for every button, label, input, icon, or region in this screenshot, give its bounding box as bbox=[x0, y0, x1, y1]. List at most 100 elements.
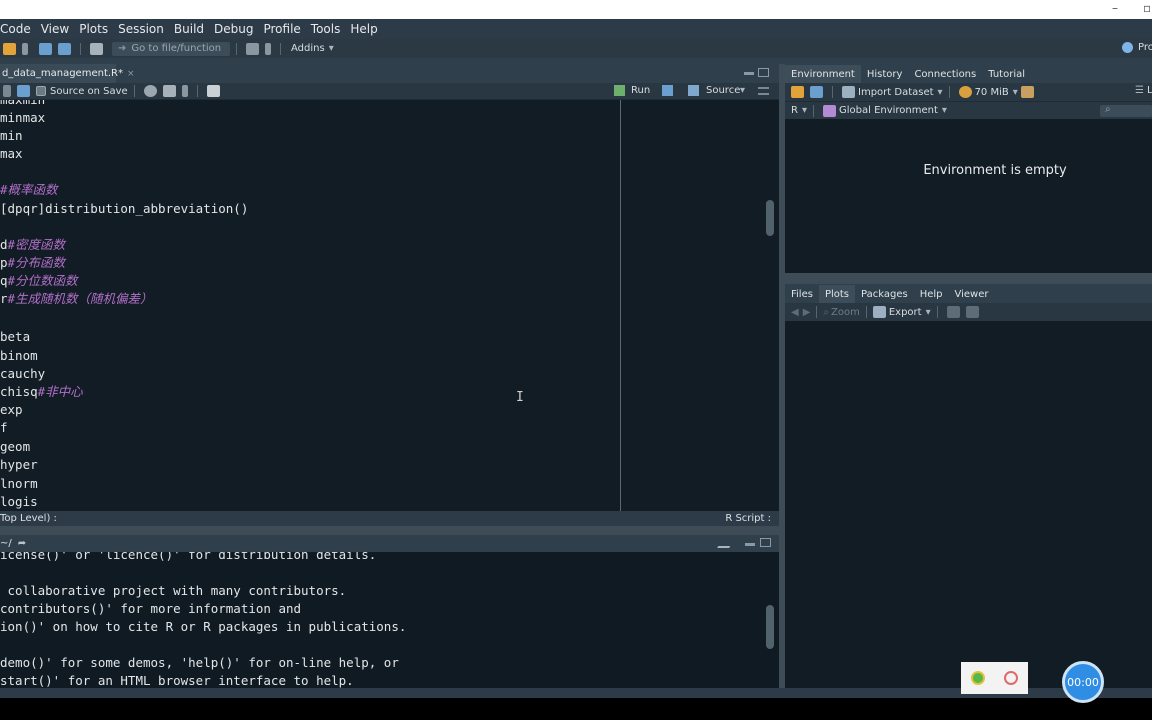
record-icon[interactable] bbox=[1004, 671, 1019, 685]
code-editor[interactable]: maxmin minmax min max #概率函数 [dpqr]distri… bbox=[0, 100, 779, 511]
arrow-right-icon[interactable]: ▶ bbox=[803, 307, 811, 318]
run-icon[interactable] bbox=[614, 85, 625, 96]
code-line: max bbox=[0, 146, 23, 161]
editor-scrollbar[interactable] bbox=[766, 200, 774, 236]
arrow-left-icon[interactable]: ◀ bbox=[791, 307, 799, 318]
goto-file-input[interactable]: ➜ Go to file/function bbox=[112, 41, 230, 56]
menu-session[interactable]: Session bbox=[118, 22, 164, 36]
export-button[interactable]: Export bbox=[889, 307, 922, 318]
tab-help[interactable]: Help bbox=[914, 285, 949, 303]
tab-history[interactable]: History bbox=[861, 65, 909, 83]
file-type-indicator[interactable]: R Script : bbox=[725, 513, 771, 524]
tab-files[interactable]: Files bbox=[785, 285, 819, 303]
project-button[interactable]: Pro bbox=[1138, 42, 1152, 53]
import-dataset-button[interactable]: Import Dataset bbox=[858, 87, 934, 98]
document-outline-icon[interactable] bbox=[206, 85, 220, 97]
code-line: minmax bbox=[0, 110, 46, 125]
addins-button[interactable]: Addins bbox=[291, 43, 325, 54]
minimize-pane-icon[interactable] bbox=[745, 543, 755, 546]
table-icon[interactable] bbox=[842, 86, 855, 98]
tab-environment[interactable]: Environment bbox=[785, 65, 861, 83]
menu-build[interactable]: Build bbox=[174, 22, 204, 36]
zoom-button[interactable]: Zoom bbox=[831, 307, 860, 318]
environment-search-input[interactable]: ⌕ bbox=[1100, 104, 1152, 117]
menu-tools[interactable]: Tools bbox=[311, 22, 341, 36]
global-environment-selector[interactable]: Global Environment bbox=[839, 105, 938, 116]
minimize-pane-icon[interactable] bbox=[744, 72, 754, 75]
broom-icon[interactable] bbox=[965, 306, 979, 318]
tab-connections[interactable]: Connections bbox=[908, 65, 982, 83]
chevron-down-icon[interactable]: ▾ bbox=[926, 307, 931, 318]
tab-viewer[interactable]: Viewer bbox=[949, 285, 995, 303]
tab-plots[interactable]: Plots bbox=[818, 285, 856, 303]
source-icon[interactable] bbox=[688, 85, 699, 96]
console-scrollbar[interactable] bbox=[766, 605, 774, 649]
grid-layout-icon[interactable] bbox=[246, 42, 259, 55]
chevron-down-icon[interactable] bbox=[22, 42, 28, 55]
save-icon[interactable] bbox=[39, 42, 52, 55]
search-icon[interactable] bbox=[143, 85, 157, 97]
tab-packages[interactable]: Packages bbox=[855, 285, 914, 303]
magic-wand-icon[interactable] bbox=[162, 85, 176, 97]
memory-usage[interactable]: 70 MiB bbox=[975, 87, 1009, 98]
source-on-save-label[interactable]: Source on Save bbox=[50, 86, 128, 97]
pane-splitter[interactable] bbox=[0, 526, 779, 535]
list-view-label[interactable]: L bbox=[1147, 85, 1152, 96]
pane-splitter[interactable] bbox=[785, 273, 1152, 284]
minimize-button[interactable]: – bbox=[1112, 1, 1118, 15]
toolbar-divider bbox=[865, 306, 867, 318]
back-icon[interactable] bbox=[3, 85, 11, 97]
chevron-down-icon[interactable]: ▾ bbox=[740, 85, 745, 96]
save-icon[interactable] bbox=[810, 86, 823, 98]
rerun-icon[interactable] bbox=[662, 85, 673, 96]
tab-tutorial[interactable]: Tutorial bbox=[982, 65, 1031, 83]
menu-lines-icon[interactable] bbox=[758, 87, 769, 95]
chevron-down-icon[interactable]: ▾ bbox=[938, 87, 943, 98]
chevron-down-icon[interactable] bbox=[181, 85, 188, 97]
print-icon[interactable] bbox=[90, 42, 103, 55]
checkbox-icon[interactable] bbox=[36, 86, 46, 96]
close-icon[interactable]: × bbox=[127, 69, 135, 79]
list-view-icon[interactable]: ☰ bbox=[1135, 85, 1144, 96]
project-icon[interactable] bbox=[1122, 42, 1133, 53]
language-selector[interactable]: R bbox=[791, 105, 798, 116]
chevron-down-icon[interactable]: ▾ bbox=[329, 43, 334, 54]
new-file-icon[interactable] bbox=[3, 42, 16, 55]
delete-plot-icon[interactable] bbox=[946, 306, 960, 318]
run-button[interactable]: Run bbox=[631, 85, 650, 96]
console-line: demo()' for some demos, 'help()' for on-… bbox=[0, 655, 399, 670]
menu-debug[interactable]: Debug bbox=[214, 22, 253, 36]
scope-indicator[interactable]: Top Level) : bbox=[0, 513, 57, 524]
save-all-icon[interactable] bbox=[58, 42, 71, 55]
refresh-icon[interactable] bbox=[970, 671, 985, 685]
chevron-down-icon[interactable]: ▾ bbox=[802, 105, 807, 116]
maximize-pane-icon[interactable] bbox=[760, 538, 771, 547]
recording-timer[interactable]: 00:00 bbox=[1062, 661, 1104, 703]
code-line: hyper bbox=[0, 457, 38, 472]
editor-toolbar: Source on Save Run Source ▾ bbox=[0, 83, 779, 100]
environment-empty-message: Environment is empty bbox=[923, 163, 1067, 178]
editor-tab[interactable]: d_data_management.R* × bbox=[0, 64, 135, 83]
chevron-down-icon[interactable] bbox=[265, 42, 271, 55]
maximize-button[interactable]: ▫ bbox=[1143, 1, 1151, 15]
menu-plots[interactable]: Plots bbox=[79, 22, 108, 36]
broom-icon[interactable] bbox=[717, 538, 735, 548]
menu-view[interactable]: View bbox=[41, 22, 69, 36]
chevron-down-icon[interactable]: ▾ bbox=[942, 105, 947, 116]
zoom-icon[interactable]: ⌕ bbox=[823, 307, 829, 318]
go-to-directory-icon[interactable]: ➦ bbox=[18, 538, 26, 549]
menu-code[interactable]: Code bbox=[0, 22, 31, 36]
export-icon[interactable] bbox=[872, 306, 886, 318]
console-output[interactable]: icense()' or 'licence()' for distributio… bbox=[0, 552, 779, 688]
save-icon[interactable] bbox=[17, 85, 30, 97]
code-line: cauchy bbox=[0, 366, 46, 381]
toolbar-divider bbox=[936, 306, 938, 318]
broom-icon[interactable] bbox=[1020, 86, 1034, 98]
source-button[interactable]: Source bbox=[706, 85, 740, 96]
open-folder-icon[interactable] bbox=[791, 86, 804, 98]
menu-profile[interactable]: Profile bbox=[263, 22, 300, 36]
toolbar-divider bbox=[236, 42, 237, 55]
maximize-pane-icon[interactable] bbox=[758, 68, 769, 77]
menu-help[interactable]: Help bbox=[350, 22, 377, 36]
chevron-down-icon[interactable]: ▾ bbox=[1013, 87, 1018, 98]
